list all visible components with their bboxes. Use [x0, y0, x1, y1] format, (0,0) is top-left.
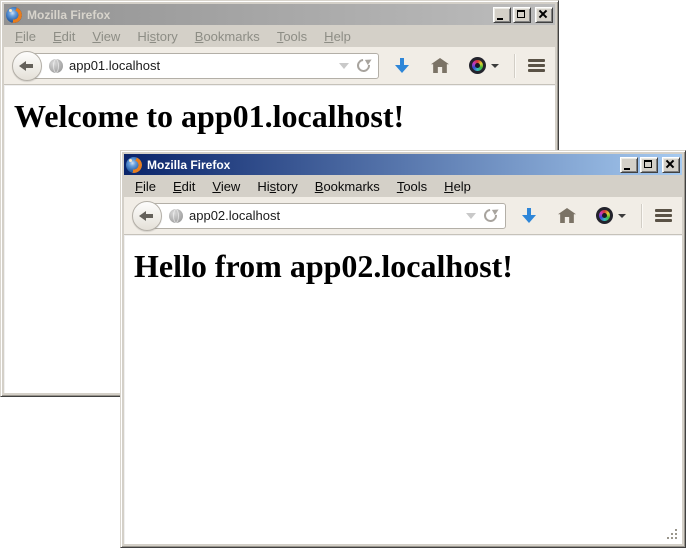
window-controls — [493, 7, 553, 23]
toolbar-buttons — [522, 204, 676, 228]
color-wheel-icon — [596, 207, 613, 224]
globe-icon[interactable] — [169, 209, 183, 223]
url-text[interactable]: app01.localhost — [69, 58, 333, 73]
firefox-logo-icon — [126, 157, 142, 173]
color-wheel-icon — [469, 57, 486, 74]
url-bar[interactable]: app02.localhost — [146, 203, 506, 229]
home-icon[interactable] — [558, 208, 576, 223]
menu-history[interactable]: History — [130, 27, 184, 46]
hamburger-menu-icon[interactable] — [528, 59, 545, 72]
titlebar[interactable]: Mozilla Firefox — [4, 4, 555, 25]
menu-edit[interactable]: Edit — [166, 177, 202, 196]
menu-view[interactable]: View — [205, 177, 247, 196]
menu-edit[interactable]: Edit — [46, 27, 82, 46]
menu-bookmarks[interactable]: Bookmarks — [308, 177, 387, 196]
toolbar-buttons — [395, 54, 549, 78]
close-icon[interactable] — [535, 7, 553, 23]
reload-icon[interactable] — [484, 209, 497, 222]
hamburger-menu-icon[interactable] — [655, 209, 672, 222]
menu-tools[interactable]: Tools — [270, 27, 314, 46]
menu-tools[interactable]: Tools — [390, 177, 434, 196]
toolbar-separator — [514, 54, 515, 78]
menu-help[interactable]: Help — [437, 177, 478, 196]
color-wheel-button[interactable] — [596, 207, 626, 224]
navigation-toolbar: app02.localhost — [124, 197, 682, 235]
resize-grip[interactable] — [667, 529, 678, 540]
back-icon[interactable] — [132, 201, 162, 231]
url-bar[interactable]: app01.localhost — [26, 53, 379, 79]
maximize-icon[interactable] — [513, 7, 531, 23]
menu-file[interactable]: File — [8, 27, 43, 46]
urlbar-dropdown-icon[interactable] — [466, 213, 476, 219]
color-wheel-button[interactable] — [469, 57, 499, 74]
minimize-icon[interactable] — [620, 157, 638, 173]
page-content: Hello from app02.localhost! — [124, 235, 682, 544]
close-icon[interactable] — [662, 157, 680, 173]
home-icon[interactable] — [431, 58, 449, 73]
page-heading: Hello from app02.localhost! — [124, 235, 682, 285]
window-title: Mozilla Firefox — [25, 8, 490, 22]
navigation-toolbar: app01.localhost — [4, 47, 555, 85]
titlebar[interactable]: Mozilla Firefox — [124, 154, 682, 175]
menu-file[interactable]: File — [128, 177, 163, 196]
back-icon[interactable] — [12, 51, 42, 81]
window-title: Mozilla Firefox — [145, 158, 617, 172]
menu-help[interactable]: Help — [317, 27, 358, 46]
menu-bookmarks[interactable]: Bookmarks — [188, 27, 267, 46]
firefox-window-app02: Mozilla Firefox File Edit View History B… — [120, 150, 686, 548]
menu-bar: File Edit View History Bookmarks Tools H… — [4, 25, 555, 47]
toolbar-separator — [641, 204, 642, 228]
download-icon[interactable] — [395, 57, 409, 74]
url-text[interactable]: app02.localhost — [189, 208, 460, 223]
page-heading: Welcome to app01.localhost! — [4, 85, 555, 135]
menu-bar: File Edit View History Bookmarks Tools H… — [124, 175, 682, 197]
window-controls — [620, 157, 680, 173]
reload-icon[interactable] — [357, 59, 370, 72]
menu-view[interactable]: View — [85, 27, 127, 46]
maximize-icon[interactable] — [640, 157, 658, 173]
urlbar-dropdown-icon[interactable] — [339, 63, 349, 69]
chevron-down-icon — [618, 214, 626, 218]
download-icon[interactable] — [522, 207, 536, 224]
menu-history[interactable]: History — [250, 177, 304, 196]
firefox-logo-icon — [6, 7, 22, 23]
globe-icon[interactable] — [49, 59, 63, 73]
minimize-icon[interactable] — [493, 7, 511, 23]
chevron-down-icon — [491, 64, 499, 68]
